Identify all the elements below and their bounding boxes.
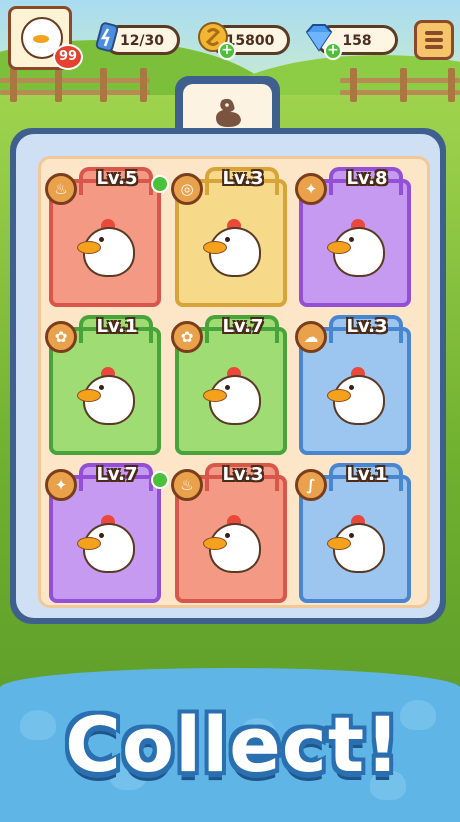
duck-silhouette-icon	[216, 98, 241, 127]
duck-character	[203, 509, 261, 573]
duck-character	[77, 509, 135, 573]
duck-card[interactable]: ◎ Lv.3	[171, 167, 287, 307]
wind-icon: ◎	[171, 173, 203, 205]
duck-card[interactable]: ✿ Lv.1	[45, 315, 161, 455]
flame-icon: ♨	[171, 469, 203, 501]
menu-button[interactable]	[414, 20, 454, 60]
card-level-label: Lv.7	[96, 464, 138, 485]
duck-card[interactable]: ☁ Lv.3	[295, 315, 411, 455]
leaf-icon: ✿	[171, 321, 203, 353]
energy-can-icon	[95, 22, 119, 52]
card-level-label: Lv.3	[346, 316, 388, 337]
duck-character	[327, 213, 385, 277]
duck-character	[203, 213, 261, 277]
card-level-label: Lv.1	[96, 316, 138, 337]
duck-character	[77, 361, 135, 425]
star-icon: ✦	[295, 173, 327, 205]
duck-card[interactable]: ✦ Lv.8	[295, 167, 411, 307]
duck-character	[77, 213, 135, 277]
card-level-label: Lv.8	[346, 168, 388, 189]
feather-icon: ∫	[295, 469, 327, 501]
duck-character	[327, 361, 385, 425]
add-gold-button[interactable]: +	[218, 42, 236, 60]
cloud-icon: ☁	[295, 321, 327, 353]
notification-dot	[151, 471, 169, 489]
duck-character	[327, 509, 385, 573]
notification-dot	[151, 175, 169, 193]
card-grid: ♨ Lv.5 ◎ Lv.3 ✦ Lv.8 ✿ Lv.1 ✿ Lv.7 ☁ Lv.3 ✦ Lv.7 ♨ Lv.3…	[38, 156, 430, 608]
flame-icon: ♨	[45, 173, 77, 205]
duck-card[interactable]: ♨ Lv.3	[171, 463, 287, 603]
duck-card[interactable]: ♨ Lv.5	[45, 167, 169, 307]
collection-board: ♨ Lv.5 ◎ Lv.3 ✦ Lv.8 ✿ Lv.1 ✿ Lv.7 ☁ Lv.3 ✦ Lv.7 ♨ Lv.3…	[10, 128, 446, 624]
leaf-icon: ✿	[45, 321, 77, 353]
duck-character	[203, 361, 261, 425]
card-level-label: Lv.7	[222, 316, 264, 337]
add-gems-button[interactable]: +	[324, 42, 342, 60]
fence	[340, 68, 460, 102]
duck-card[interactable]: ✿ Lv.7	[171, 315, 287, 455]
duck-card[interactable]: ∫ Lv.1	[295, 463, 411, 603]
duck-card[interactable]: ✦ Lv.7	[45, 463, 169, 603]
card-level-label: Lv.1	[346, 464, 388, 485]
card-level-label: Lv.3	[222, 168, 264, 189]
fence	[0, 68, 150, 102]
collect-title: Collect!	[65, 700, 401, 789]
star-icon: ✦	[45, 469, 77, 501]
card-level-label: Lv.5	[96, 168, 138, 189]
player-level-badge: 99	[53, 44, 83, 70]
card-level-label: Lv.3	[222, 464, 264, 485]
